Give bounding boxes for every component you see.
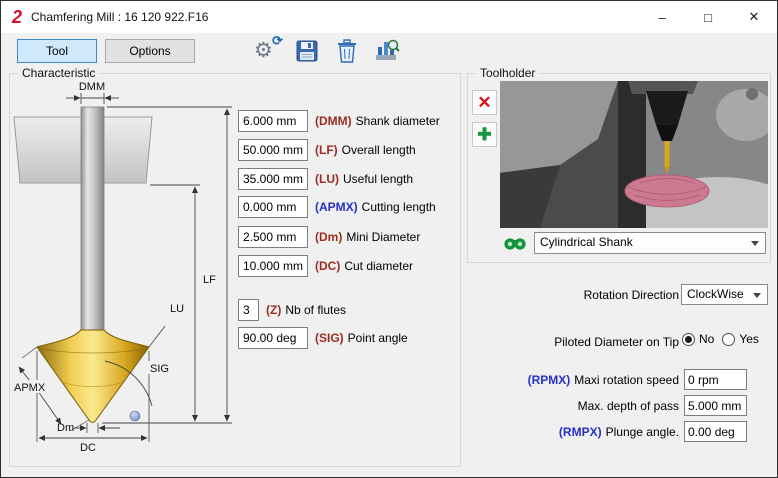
process-icon-button[interactable]: ⚙ ⟳ (251, 37, 281, 65)
field-row-nb-flutes: (Z) Nb of flutes (238, 299, 346, 321)
lf-dimension-label: LF (203, 274, 216, 286)
field-code-lu: (LU) (315, 172, 339, 186)
field-text-shank-diameter: Shank diameter (356, 114, 440, 128)
stats-icon (374, 38, 400, 64)
piloted-no-radio[interactable] (682, 333, 695, 346)
toolholder-group-label: Toolholder (476, 66, 539, 80)
maxi-rotation-speed-input[interactable] (684, 369, 747, 390)
tool-editor-window: 2 Chamfering Mill : 16 120 922.F16 – □ ✕… (0, 0, 778, 478)
piloted-diameter-label: Piloted Diameter on Tip (431, 335, 679, 349)
piloted-yes-label: Yes (739, 332, 759, 346)
field-row-cut-diameter: (DC) Cut diameter (238, 255, 413, 277)
rotation-direction-select[interactable]: ClockWise (681, 284, 768, 305)
rpmx-code: (RPMX) (528, 373, 571, 387)
shank-type-select[interactable]: Cylindrical Shank (534, 232, 766, 254)
field-row-overall-length: (LF) Overall length (238, 139, 416, 161)
window-controls: – □ ✕ (639, 1, 777, 33)
titlebar: 2 Chamfering Mill : 16 120 922.F16 – □ ✕ (1, 1, 777, 33)
plunge-angle-input[interactable] (684, 421, 747, 442)
dm-dimension-label: Dm (57, 422, 74, 434)
max-depth-of-pass-label: Max. depth of pass (431, 399, 679, 413)
useful-length-input[interactable] (238, 168, 308, 190)
field-code-z: (Z) (266, 303, 281, 317)
toolholder-group: Toolholder ✕ ✚ (467, 73, 771, 263)
chevron-down-icon (753, 293, 761, 298)
field-row-point-angle: (SIG) Point angle (238, 327, 408, 349)
plunge-angle-label: (RMPX)Plunge angle. (431, 425, 679, 439)
field-row-useful-length: (LU) Useful length (238, 168, 413, 190)
stats-button[interactable] (372, 37, 402, 65)
tool-cutting-cone (37, 330, 149, 423)
field-code-lf: (LF) (315, 143, 338, 157)
close-button[interactable]: ✕ (731, 1, 777, 33)
tool-shank (81, 107, 104, 330)
shank-diameter-input[interactable] (238, 110, 308, 132)
toolholder-preview-image (500, 81, 768, 228)
delete-button[interactable] (332, 37, 362, 65)
save-icon (295, 39, 319, 63)
field-row-mini-diameter: (Dm) Mini Diameter (238, 226, 420, 248)
trash-icon (336, 39, 358, 64)
tab-options[interactable]: Options (105, 39, 195, 63)
add-toolholder-button[interactable]: ✚ (472, 122, 497, 147)
dc-dimension-label: DC (80, 442, 96, 454)
apmx-dimension-label: APMX (14, 382, 46, 394)
shank-type-value: Cylindrical Shank (540, 235, 633, 249)
field-text-mini-diameter: Mini Diameter (346, 230, 420, 244)
field-text-overall-length: Overall length (342, 143, 416, 157)
max-depth-of-pass-input[interactable] (684, 395, 747, 416)
field-row-shank-diameter: (DMM) Shank diameter (238, 110, 440, 132)
field-text-useful-length: Useful length (343, 172, 413, 186)
cut-diameter-input[interactable] (238, 255, 308, 277)
lu-dimension-label: LU (170, 303, 184, 315)
field-text-cut-diameter: Cut diameter (344, 259, 413, 273)
minimize-button[interactable]: – (639, 1, 685, 33)
browse-toolholder-icon[interactable] (503, 234, 527, 252)
field-text-point-angle: Point angle (348, 331, 408, 345)
tool-diagram: DMM LF LU APMX SI (10, 80, 240, 465)
remove-toolholder-button[interactable]: ✕ (472, 90, 497, 115)
maxi-rotation-speed-label: (RPMX)Maxi rotation speed (431, 373, 679, 387)
piloted-diameter-radio-group: No Yes (682, 332, 767, 346)
tip-ball-marker (130, 411, 140, 421)
save-button[interactable] (292, 37, 322, 65)
field-code-apmx: (APMX) (315, 200, 358, 214)
process-icon: ⚙ ⟳ (253, 38, 279, 64)
maximize-button[interactable]: □ (685, 1, 731, 33)
cutting-length-input[interactable] (238, 196, 308, 218)
point-angle-input[interactable] (238, 327, 308, 349)
app-logo: 2 (12, 8, 22, 26)
chevron-down-icon (751, 241, 759, 246)
field-row-cutting-length: (APMX) Cutting length (238, 196, 436, 218)
piloted-no-label: No (699, 332, 714, 346)
field-code-sig: (SIG) (315, 331, 344, 345)
mini-diameter-input[interactable] (238, 226, 308, 248)
field-text-cutting-length: Cutting length (362, 200, 436, 214)
rotation-direction-value: ClockWise (687, 287, 744, 301)
characteristic-group: Characteristic (9, 73, 461, 467)
window-title: Chamfering Mill : 16 120 922.F16 (31, 10, 208, 24)
delete-x-icon: ✕ (477, 93, 491, 113)
add-plus-icon: ✚ (477, 125, 491, 145)
dmm-dimension-label: DMM (79, 81, 105, 93)
sig-angle-label: SIG (150, 363, 169, 375)
characteristic-group-label: Characteristic (18, 66, 99, 80)
field-code-dc: (DC) (315, 259, 340, 273)
rmpx-code: (RMPX) (559, 425, 602, 439)
tab-tool[interactable]: Tool (17, 39, 97, 63)
rotation-direction-label: Rotation Direction (431, 288, 679, 302)
field-text-nb-flutes: Nb of flutes (285, 303, 346, 317)
piloted-yes-radio[interactable] (722, 333, 735, 346)
field-code-dmm: (DMM) (315, 114, 352, 128)
nb-flutes-input[interactable] (238, 299, 259, 321)
overall-length-input[interactable] (238, 139, 308, 161)
field-code-dm: (Dm) (315, 230, 342, 244)
